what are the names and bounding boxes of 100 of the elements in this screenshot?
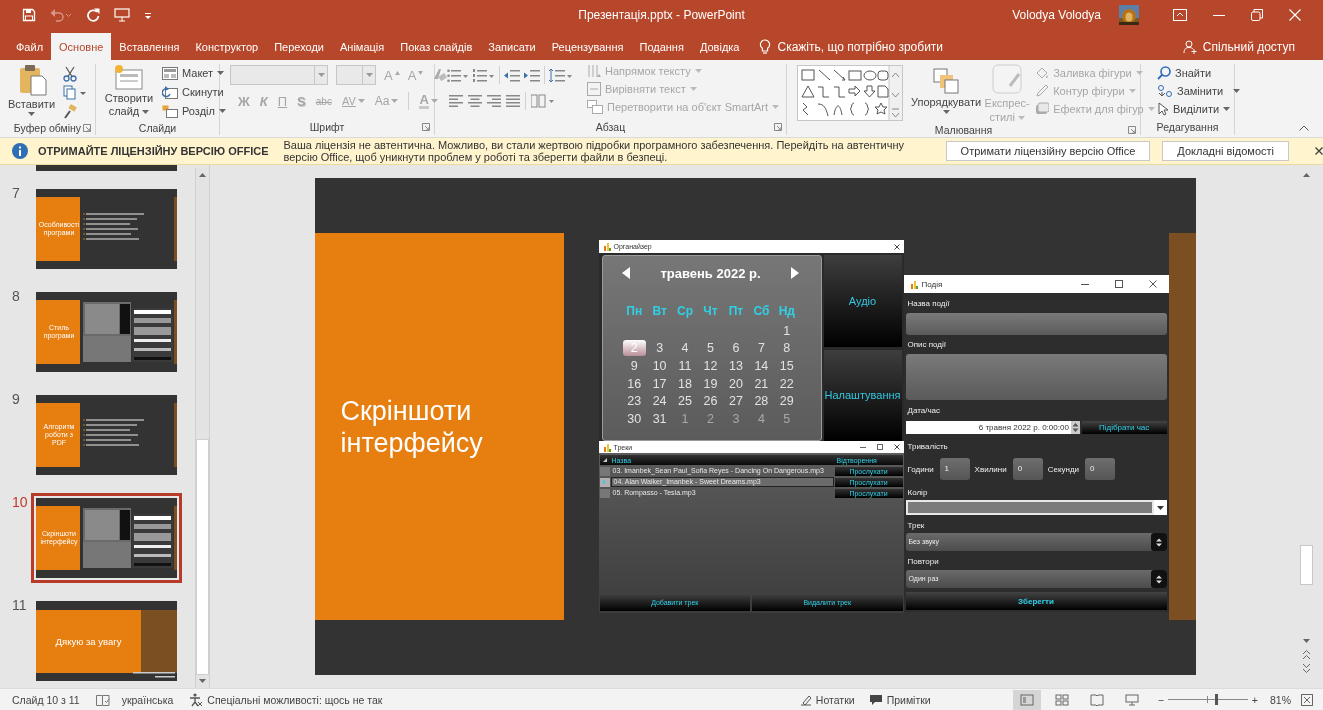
calendar-day[interactable]: 3 (646, 341, 673, 356)
format-painter-icon[interactable] (63, 104, 78, 120)
calendar-day[interactable]: 14 (748, 359, 775, 373)
fit-to-window-icon[interactable] (1301, 693, 1313, 706)
get-license-button[interactable]: Отримати ліцензійну версію Office (945, 141, 1151, 161)
line-spacing-icon[interactable] (549, 67, 573, 83)
justify-icon[interactable] (506, 94, 520, 108)
font-size-field[interactable] (336, 65, 376, 85)
calendar-day[interactable]: 5 (774, 411, 800, 426)
scroll-thumb[interactable] (1300, 545, 1313, 585)
calendar-day[interactable]: 1 (774, 323, 800, 338)
font-name-field[interactable] (230, 65, 328, 85)
dialog-launcher-icon[interactable] (83, 123, 91, 132)
ribbon-tab[interactable]: Конструктор (187, 33, 267, 60)
scrollbar[interactable] (195, 168, 209, 688)
view-button[interactable] (1012, 689, 1041, 710)
scrollbar[interactable] (1300, 170, 1313, 674)
new-slide-button[interactable]: Створити слайд (102, 64, 156, 118)
calendar-day[interactable]: 24 (646, 394, 673, 409)
dialog-launcher-icon[interactable] (774, 123, 782, 131)
ribbon-display-icon[interactable] (1173, 9, 1187, 21)
restore-icon[interactable] (1251, 9, 1263, 21)
side-button[interactable]: Налаштування (823, 349, 902, 441)
ribbon-tab[interactable]: Переходи (266, 33, 332, 60)
next-slide-icon[interactable] (1302, 663, 1311, 674)
language-button[interactable]: українська (121, 693, 174, 706)
zoom-thumb[interactable] (1214, 694, 1218, 705)
calendar-day[interactable]: 26 (697, 394, 724, 409)
ribbon-tab[interactable]: Показ слайдів (392, 33, 481, 60)
select-button[interactable]: Виділити (1157, 100, 1241, 118)
save-button[interactable]: Зберегти (905, 592, 1167, 610)
notes-button[interactable]: Нотатки (799, 693, 855, 706)
close-icon[interactable] (1315, 147, 1323, 155)
calendar-day[interactable]: 31 (646, 411, 673, 426)
calendar-day[interactable]: 25 (672, 394, 698, 409)
presentation-icon[interactable] (114, 8, 130, 22)
ribbon-tab[interactable]: Рецензування (543, 33, 632, 60)
save-icon[interactable] (22, 8, 36, 22)
pick-time-button[interactable]: Підібрати час (1081, 421, 1167, 434)
find-button[interactable]: Знайти (1157, 64, 1241, 82)
calendar-day[interactable]: 22 (774, 376, 800, 391)
layout-button[interactable]: Макет (162, 64, 226, 82)
calendar-day[interactable]: 17 (646, 376, 673, 391)
redo-icon[interactable] (86, 8, 100, 22)
calendar-day[interactable]: 27 (723, 394, 749, 409)
ribbon-tab[interactable]: Файл (8, 33, 52, 60)
license-link[interactable]: Ваша ліцензія не автентична. Можливо, ви стали жертвою підробки програмного забезпечення. Перейдіть на автентичну версію Office, щоб уникнути проблем у роботі та зберегти файли в безпеці. (283, 139, 932, 163)
calendar-day[interactable]: 7 (748, 341, 775, 356)
date-time-field[interactable]: 6 травня 2022 р. 0:00:00 (905, 421, 1071, 434)
calendar-day[interactable]: 3 (723, 411, 749, 426)
copy-icon[interactable] (63, 85, 88, 101)
shape-gallery[interactable] (797, 65, 903, 121)
calendar-day[interactable]: 13 (723, 359, 749, 373)
share-button[interactable]: Спільний доступ (1176, 33, 1301, 60)
calendar-day[interactable]: 4 (672, 341, 698, 356)
minimize-icon[interactable] (859, 444, 866, 450)
calendar-day[interactable]: 19 (697, 376, 724, 391)
zoom-out-button[interactable]: − (1157, 693, 1164, 706)
paste-button[interactable]: Вставити (6, 64, 58, 116)
calendar-day[interactable]: 23 (621, 394, 647, 409)
ribbon-tab[interactable]: Вставлення (111, 33, 188, 60)
date-spinner-icon[interactable] (1070, 421, 1080, 434)
number-field[interactable]: 1 (939, 458, 970, 480)
calendar-day[interactable]: 12 (697, 359, 724, 373)
bullets-icon[interactable] (447, 67, 469, 83)
close-icon[interactable] (893, 444, 900, 450)
side-button[interactable]: Аудіо (823, 255, 902, 347)
calendar-day[interactable]: 15 (774, 359, 800, 373)
number-field[interactable]: 0 (1085, 458, 1116, 480)
close-icon[interactable] (1148, 280, 1157, 288)
ribbon-tab[interactable]: Записати (480, 33, 544, 60)
color-dropdown[interactable] (905, 500, 1154, 515)
spelling-check-icon[interactable] (95, 693, 110, 706)
dialog-launcher-icon[interactable] (422, 123, 430, 131)
accessibility-button[interactable]: Спеціальні можливості: щось не так (189, 692, 383, 707)
zoom-in-button[interactable]: + (1251, 693, 1258, 706)
align-right-icon[interactable] (487, 94, 501, 108)
section-button[interactable]: Розділ (162, 102, 226, 120)
calendar-day[interactable]: 1 (672, 411, 698, 426)
previous-slide-icon[interactable] (1302, 649, 1311, 660)
input-field[interactable] (905, 313, 1167, 335)
maximize-icon[interactable] (876, 444, 883, 450)
maximize-icon[interactable] (1114, 280, 1123, 288)
calendar-day[interactable]: 11 (672, 359, 698, 373)
details-button[interactable]: Докладні відомості (1162, 141, 1289, 161)
calendar-day[interactable]: 5 (697, 341, 724, 356)
dialog-launcher-icon[interactable] (1128, 126, 1136, 134)
number-field[interactable]: 0 (1012, 458, 1043, 480)
arrange-button[interactable]: Упорядкувати (909, 64, 984, 114)
calendar-day[interactable]: 20 (723, 376, 749, 391)
calendar-day[interactable]: 10 (646, 359, 673, 373)
calendar-day[interactable]: 2 (697, 411, 724, 426)
tell-me-button[interactable]: Скажіть, що потрібно зробити (753, 33, 950, 60)
ribbon-tab[interactable]: Довідка (691, 33, 748, 60)
calendar-day[interactable]: 16 (621, 376, 647, 391)
replace-button[interactable]: Замінити (1157, 82, 1241, 100)
calendar-day[interactable]: 21 (748, 376, 775, 391)
decrease-indent-icon[interactable] (504, 67, 520, 83)
calendar-day[interactable]: 8 (774, 341, 800, 356)
increase-indent-icon[interactable] (524, 67, 540, 83)
